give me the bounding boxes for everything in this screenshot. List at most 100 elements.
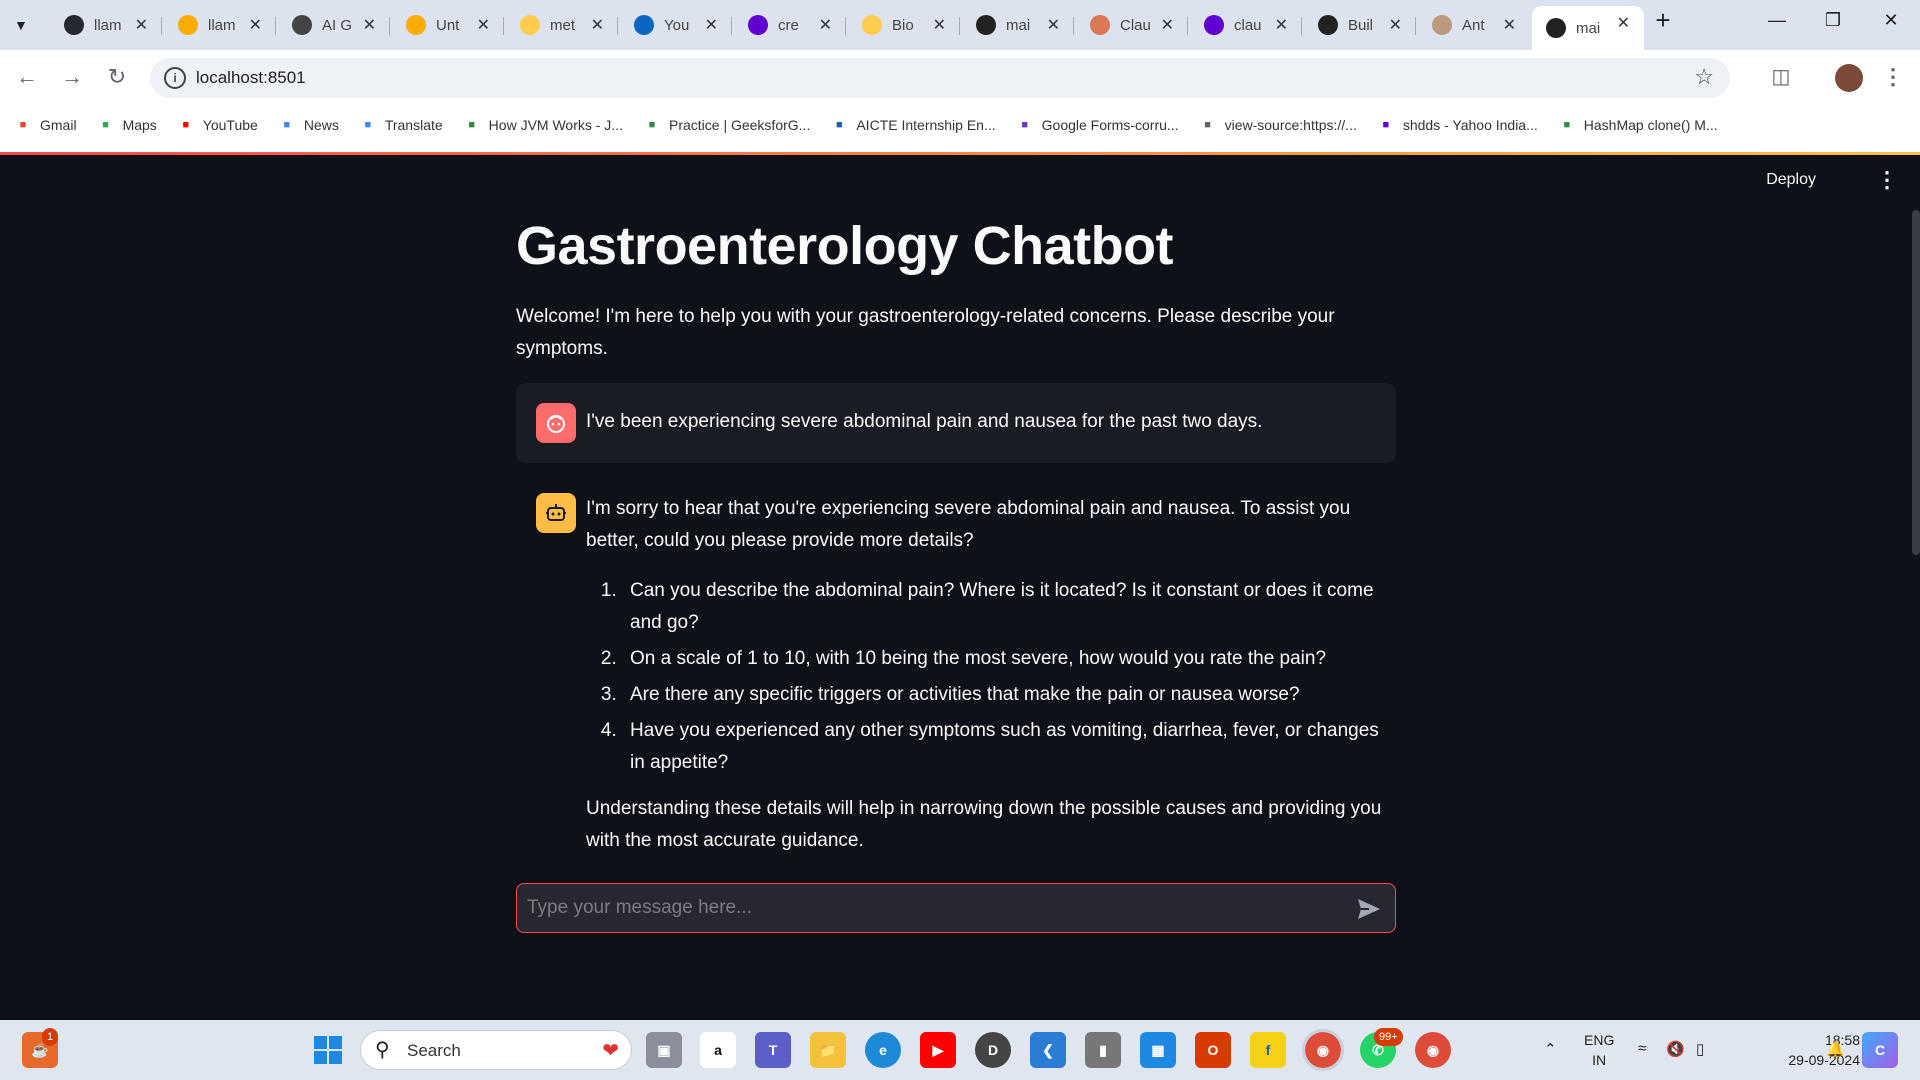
chrome-icon[interactable]: ◉ <box>1302 1029 1344 1071</box>
tab-11[interactable]: Buil ✕ <box>1304 8 1416 42</box>
new-tab-button[interactable]: + <box>1648 5 1678 36</box>
tab-label: Ant <box>1462 16 1485 34</box>
copilot-icon[interactable]: C <box>1862 1032 1898 1068</box>
close-tab-icon[interactable]: ✕ <box>1047 15 1060 35</box>
bookmark-item[interactable]: ■ view-source:https://... <box>1199 117 1357 133</box>
tab-12[interactable]: Ant ✕ <box>1418 8 1530 42</box>
url-text[interactable]: localhost:8501 <box>196 68 306 88</box>
minimize-button[interactable]: — <box>1762 10 1792 31</box>
chevron-down-icon: ▼ <box>14 17 28 33</box>
globe-icon: ■ <box>1204 119 1211 131</box>
office-icon[interactable]: O <box>1195 1032 1231 1068</box>
tab-10[interactable]: clau ✕ <box>1190 8 1302 42</box>
close-tab-icon[interactable]: ✕ <box>1389 15 1402 35</box>
close-tab-icon[interactable]: ✕ <box>591 15 604 35</box>
wifi-icon[interactable]: ≈ <box>1638 1040 1646 1057</box>
bookmark-item[interactable]: ■ Gmail <box>14 117 77 133</box>
omnibox[interactable]: i localhost:8501 ☆ <box>150 58 1730 98</box>
tab-label: llam <box>94 16 122 34</box>
close-tab-icon[interactable]: ✕ <box>705 15 718 35</box>
close-tab-icon[interactable]: ✕ <box>363 15 376 35</box>
forward-button[interactable]: → <box>57 64 87 90</box>
browser-menu-icon[interactable]: ⋮ <box>1878 64 1908 90</box>
tab-separator <box>1187 17 1188 35</box>
close-tab-icon[interactable]: ✕ <box>933 15 946 35</box>
app-icon[interactable]: ▮ <box>1085 1032 1121 1068</box>
close-tab-icon[interactable]: ✕ <box>1617 13 1630 33</box>
tab-5[interactable]: You ✕ <box>620 8 732 42</box>
taskbar-search[interactable]: ⚲ Search ❤ <box>360 1030 632 1070</box>
flipkart-icon[interactable]: f <box>1250 1032 1286 1068</box>
welcome-text: Welcome! I'm here to help you with your … <box>516 306 1335 359</box>
tab-7[interactable]: Bio ✕ <box>848 8 960 42</box>
youtube-icon[interactable]: ▶ <box>920 1032 956 1068</box>
vscode-icon[interactable]: ❮ <box>1030 1032 1066 1068</box>
tab-6[interactable]: cre ✕ <box>734 8 846 42</box>
close-tab-icon[interactable]: ✕ <box>1161 15 1174 35</box>
bookmark-item[interactable]: ■ HashMap clone() M... <box>1558 117 1717 133</box>
bookmark-item[interactable]: ■ YouTube <box>177 117 257 133</box>
app-menu-icon[interactable]: ⋮ <box>1876 167 1898 193</box>
bookmark-item[interactable]: ■ How JVM Works - J... <box>463 117 623 133</box>
windows-start-icon[interactable] <box>310 1032 346 1068</box>
extensions-icon[interactable]: ◫ <box>1766 64 1796 89</box>
tab-label: met <box>550 16 576 34</box>
close-tab-icon[interactable]: ✕ <box>477 15 490 35</box>
amazon-icon[interactable]: a <box>700 1032 736 1068</box>
close-window-button[interactable]: ✕ <box>1876 10 1906 31</box>
edge-icon[interactable]: e <box>865 1032 901 1068</box>
github-icon <box>64 15 84 35</box>
tab-8[interactable]: mai ✕ <box>962 8 1074 42</box>
restore-button[interactable]: ❐ <box>1818 10 1848 31</box>
bookmark-item[interactable]: ■ AICTE Internship En... <box>830 117 996 133</box>
battery-icon[interactable]: ▯ <box>1696 1040 1704 1058</box>
bookmark-label: How JVM Works - J... <box>488 117 623 133</box>
bookmark-item[interactable]: ■ shdds - Yahoo India... <box>1377 117 1538 133</box>
close-tab-icon[interactable]: ✕ <box>249 15 262 35</box>
tab-2[interactable]: AI G ✕ <box>278 8 390 42</box>
assistant-message: I'm sorry to hear that you're experienci… <box>516 493 1396 853</box>
bookmark-star-icon[interactable]: ☆ <box>1694 64 1714 90</box>
reload-button[interactable]: ↻ <box>102 64 132 90</box>
tab-search-button[interactable]: ▼ <box>0 8 28 42</box>
bookmark-item[interactable]: ■ Maps <box>97 117 157 133</box>
microsoft-store-icon[interactable]: ▦ <box>1140 1032 1176 1068</box>
back-button[interactable]: ← <box>12 64 42 90</box>
language-indicator[interactable]: ENG IN <box>1584 1030 1614 1070</box>
notification-bell-icon[interactable]: 🔔 <box>1826 1040 1845 1058</box>
teams-icon[interactable]: T <box>755 1032 791 1068</box>
bookmark-item[interactable]: ■ Translate <box>359 117 443 133</box>
chrome-profile-icon[interactable]: ◉ <box>1415 1032 1451 1068</box>
tab-label: mai <box>1006 16 1031 34</box>
clock[interactable]: 18:58 29-09-2024 <box>1788 1030 1860 1070</box>
mute-icon[interactable]: 🔇 <box>1666 1040 1685 1058</box>
anthropic-icon <box>1432 15 1452 35</box>
windows-taskbar: ☕ 1 ⚲ Search ❤ ▣ a T 📁 e ▶ D ❮ ▮ ▦ O f ◉… <box>0 1020 1920 1080</box>
deploy-button[interactable]: Deploy <box>1766 171 1816 189</box>
tab-4[interactable]: met ✕ <box>506 8 618 42</box>
close-tab-icon[interactable]: ✕ <box>819 15 832 35</box>
tab-1[interactable]: llam ✕ <box>164 8 276 42</box>
chevron-up-icon[interactable]: ⌃ <box>1544 1040 1557 1058</box>
chat-input[interactable] <box>527 884 1327 932</box>
close-tab-icon[interactable]: ✕ <box>135 15 148 35</box>
bookmark-item[interactable]: ■ Practice | GeeksforG... <box>643 117 811 133</box>
profile-avatar[interactable] <box>1835 64 1863 92</box>
scrollbar[interactable] <box>1912 210 1920 555</box>
tab-3[interactable]: Unt ✕ <box>392 8 504 42</box>
tab-separator <box>617 17 618 35</box>
send-icon[interactable] <box>1355 896 1383 922</box>
file-explorer-icon[interactable]: 📁 <box>810 1032 846 1068</box>
bookmark-item[interactable]: ■ News <box>278 117 338 133</box>
tab-9[interactable]: Clau ✕ <box>1076 8 1188 42</box>
search-icon: ⚲ <box>375 1039 390 1061</box>
task-view-icon[interactable]: ▣ <box>646 1032 682 1068</box>
tab-separator <box>1073 17 1074 35</box>
close-tab-icon[interactable]: ✕ <box>1275 15 1288 35</box>
tab-13[interactable]: mai ✕ <box>1532 6 1644 50</box>
tab-0[interactable]: llam ✕ <box>50 8 162 42</box>
site-info-icon[interactable]: i <box>164 67 186 89</box>
dell-icon[interactable]: D <box>975 1032 1011 1068</box>
close-tab-icon[interactable]: ✕ <box>1503 15 1516 35</box>
bookmark-item[interactable]: ■ Google Forms-corru... <box>1016 117 1178 133</box>
